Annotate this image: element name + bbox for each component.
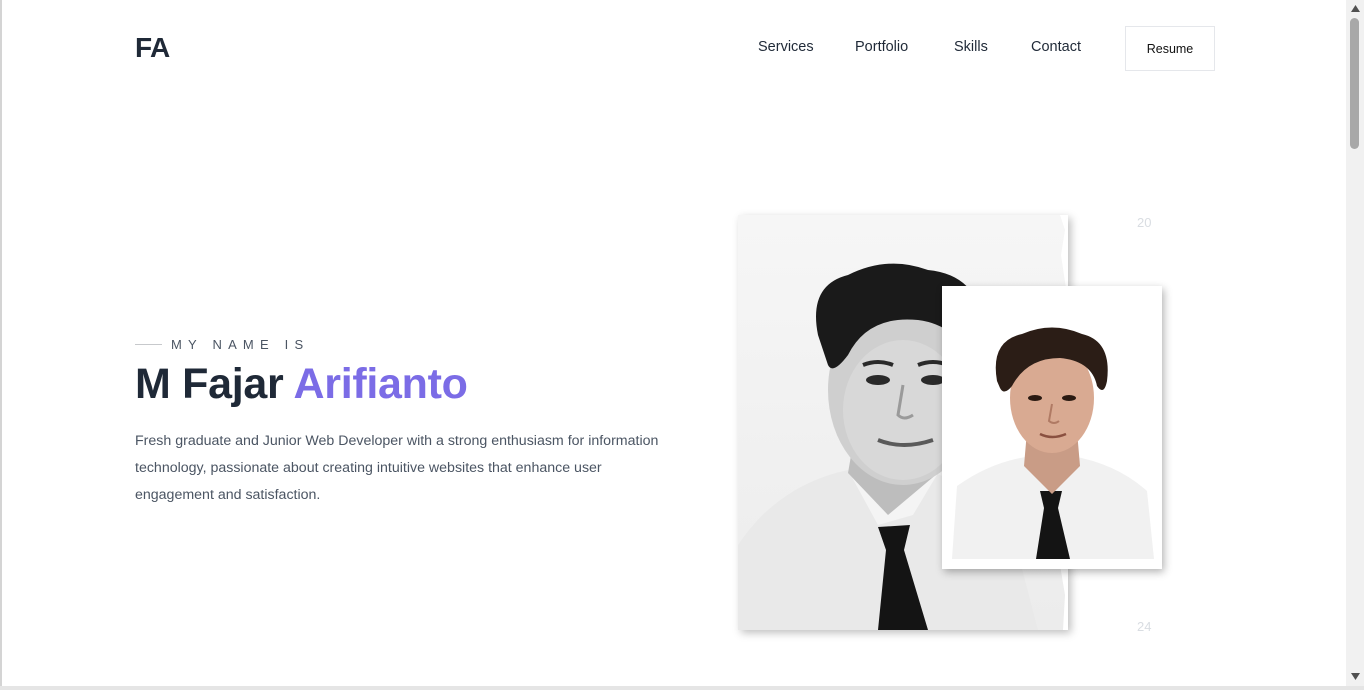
page-viewport: FA Services Portfolio Skills Contact Res… <box>2 0 1346 686</box>
site-logo[interactable]: FA <box>135 32 170 64</box>
nav-link-services[interactable]: Services <box>758 39 814 55</box>
kicker-line <box>135 344 162 345</box>
scroll-down-icon[interactable] <box>1346 668 1364 684</box>
portrait-small-illustration <box>942 286 1162 569</box>
hero-kicker: MY NAME IS <box>135 337 309 352</box>
window-bottom-border <box>0 686 1364 690</box>
nav-link-contact[interactable]: Contact <box>1031 39 1081 55</box>
hero-name-accent: Arifianto <box>293 360 468 408</box>
scrollbar-thumb[interactable] <box>1350 18 1359 149</box>
year-label-top: 20 <box>1137 215 1152 230</box>
nav-link-portfolio[interactable]: Portfolio <box>855 39 908 55</box>
nav-link-skills[interactable]: Skills <box>954 39 988 55</box>
resume-button[interactable]: Resume <box>1125 26 1215 71</box>
hero-name-first: M Fajar <box>135 360 284 408</box>
year-label-bottom: 24 <box>1137 619 1152 634</box>
scroll-up-icon[interactable] <box>1346 0 1364 16</box>
kicker-text: MY NAME IS <box>171 337 310 352</box>
hero-name: M Fajar Arifianto <box>135 360 468 409</box>
hero-bio: Fresh graduate and Junior Web Developer … <box>135 433 659 503</box>
portrait-small-image <box>942 286 1162 569</box>
